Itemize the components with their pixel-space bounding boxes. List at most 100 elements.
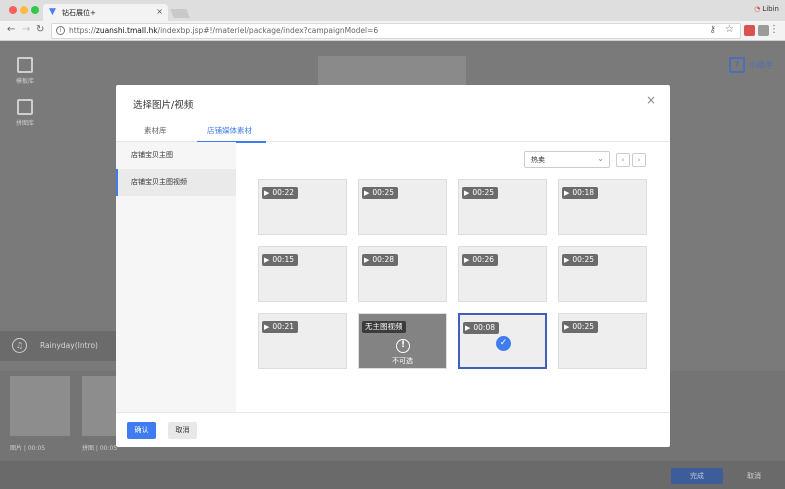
duration-badge: ▶ 00:26 bbox=[462, 254, 499, 266]
confirm-button[interactable]: 确认 bbox=[127, 422, 156, 439]
finish-button[interactable]: 完成 bbox=[671, 468, 723, 484]
duration-text: 00:25 bbox=[572, 322, 595, 331]
duration-text: 00:18 bbox=[572, 188, 595, 197]
profile-name: Libin bbox=[762, 5, 779, 13]
forward-icon[interactable]: → bbox=[22, 24, 30, 36]
duration-badge: ▶ 00:25 bbox=[362, 187, 399, 199]
dialog-tabs: 素材库 店铺媒体素材 bbox=[116, 115, 670, 143]
page-cancel-button[interactable]: 取消 bbox=[730, 468, 778, 484]
nav-item-main-images[interactable]: 店铺宝贝主图 bbox=[116, 142, 236, 169]
warning-icon: ! bbox=[396, 339, 410, 353]
profile-chip[interactable]: ◔ Libin bbox=[754, 5, 779, 13]
play-icon: ▶ bbox=[364, 256, 370, 264]
timeline-thumb[interactable] bbox=[10, 376, 70, 436]
duration-badge: ▶ 00:25 bbox=[562, 321, 599, 333]
unavailable-label: 不可选 bbox=[392, 357, 413, 365]
helper-button[interactable]: ? 小助手 bbox=[729, 57, 773, 73]
media-card[interactable]: ▶ 00:15 bbox=[258, 246, 347, 302]
play-icon: ▶ bbox=[364, 189, 370, 197]
duration-badge: ▶ 00:15 bbox=[262, 254, 299, 266]
checkmark-icon: ✓ bbox=[496, 336, 511, 351]
chevron-down-icon: ⌄ bbox=[597, 154, 604, 163]
sort-select[interactable]: 热卖 ⌄ bbox=[524, 151, 610, 168]
timeline-caption: 图片 | 00:05 bbox=[10, 445, 46, 452]
page-footer: 完成 取消 bbox=[0, 461, 785, 489]
no-video-tag: 无主图视频 bbox=[362, 321, 406, 333]
media-card[interactable]: ▶ 00:25 bbox=[558, 246, 647, 302]
duration-text: 00:25 bbox=[472, 188, 495, 197]
preview-image bbox=[318, 56, 466, 86]
play-icon: ▶ bbox=[564, 323, 570, 331]
music-note-icon: ♫ bbox=[12, 338, 27, 353]
key-icon[interactable]: ⚷ bbox=[709, 25, 716, 35]
media-card[interactable]: ▶ 00:25 bbox=[458, 179, 547, 235]
browser-tab[interactable]: ▼ 钻石展位+ × bbox=[43, 4, 168, 21]
close-icon[interactable]: × bbox=[646, 93, 656, 107]
play-icon: ▶ bbox=[264, 323, 270, 331]
timeline-caption: 拼图 | 00:05 bbox=[82, 445, 118, 452]
play-icon: ▶ bbox=[564, 189, 570, 197]
media-category-nav: 店铺宝贝主图 店铺宝贝主图视频 bbox=[116, 142, 236, 412]
tab-close-icon[interactable]: × bbox=[156, 7, 163, 16]
duration-text: 00:21 bbox=[272, 322, 295, 331]
sidebar-item-template[interactable]: 模板库 bbox=[10, 57, 40, 85]
browser-menu-icon[interactable]: ⋮ bbox=[769, 24, 779, 36]
media-card[interactable]: ▶ 00:08 ✓ bbox=[458, 313, 547, 369]
media-card[interactable]: ▶ 00:26 bbox=[458, 246, 547, 302]
new-tab-button[interactable] bbox=[170, 9, 190, 18]
window-minimize-button[interactable] bbox=[20, 6, 28, 14]
window-close-button[interactable] bbox=[9, 6, 17, 14]
user-icon: ◔ bbox=[754, 5, 761, 13]
duration-badge: ▶ 00:28 bbox=[362, 254, 399, 266]
media-grid: ▶ 00:22 ▶ 00:25 ▶ 00:25 ▶ 00:18 ▶ 00:15 ▶ 00:28 ▶ 00:… bbox=[258, 179, 650, 371]
media-card[interactable]: ▶ 00:25 bbox=[558, 313, 647, 369]
dialog-title: 选择图片/视频 bbox=[133, 100, 194, 111]
sidebar-item-collage[interactable]: 拼图库 bbox=[10, 99, 40, 127]
duration-text: 00:22 bbox=[272, 188, 295, 197]
duration-text: 00:25 bbox=[572, 255, 595, 264]
url-text[interactable]: https://zuanshi.tmall.hk/indexbp.jsp#!/m… bbox=[69, 26, 378, 35]
address-bar[interactable]: i https://zuanshi.tmall.hk/indexbp.jsp#!… bbox=[51, 23, 741, 39]
extension-red-icon[interactable] bbox=[744, 25, 755, 36]
media-card[interactable]: ▶ 00:22 bbox=[258, 179, 347, 235]
video-template-icon bbox=[17, 57, 33, 73]
duration-badge: ▶ 00:18 bbox=[562, 187, 599, 199]
media-card[interactable]: ▶ 00:28 bbox=[358, 246, 447, 302]
duration-badge: ▶ 00:25 bbox=[562, 254, 599, 266]
music-track[interactable]: ♫ Rainyday(Intro) bbox=[0, 331, 117, 361]
tab-material-library[interactable]: 素材库 bbox=[144, 125, 167, 136]
browser-toolbar: ← → ↻ i https://zuanshi.tmall.hk/indexbp… bbox=[0, 21, 785, 41]
dialog-footer: 确认 取消 bbox=[116, 412, 670, 447]
helper-icon: ? bbox=[729, 57, 745, 73]
duration-text: 00:25 bbox=[372, 188, 395, 197]
tab-shop-media[interactable]: 店铺媒体素材 bbox=[207, 125, 252, 136]
extension-gray-icon[interactable] bbox=[758, 25, 769, 36]
prev-page-button[interactable]: ‹ bbox=[616, 153, 630, 167]
media-card[interactable]: ▶ 00:18 bbox=[558, 179, 647, 235]
cancel-button[interactable]: 取消 bbox=[168, 422, 197, 439]
play-icon: ▶ bbox=[264, 189, 270, 197]
play-icon: ▶ bbox=[464, 189, 470, 197]
info-icon[interactable]: i bbox=[56, 26, 65, 35]
next-page-button[interactable]: › bbox=[632, 153, 646, 167]
media-card[interactable]: ▶ 00:21 bbox=[258, 313, 347, 369]
duration-badge: ▶ 00:25 bbox=[462, 187, 499, 199]
play-icon: ▶ bbox=[465, 324, 471, 332]
bookmark-star-icon[interactable]: ☆ bbox=[725, 24, 734, 35]
back-icon[interactable]: ← bbox=[7, 24, 15, 36]
duration-text: 00:28 bbox=[372, 255, 395, 264]
music-name: Rainyday(Intro) bbox=[40, 341, 98, 350]
diamond-icon: ▼ bbox=[49, 7, 56, 17]
duration-text: 00:15 bbox=[272, 255, 295, 264]
reload-icon[interactable]: ↻ bbox=[36, 24, 44, 36]
nav-item-main-videos[interactable]: 店铺宝贝主图视频 bbox=[116, 169, 236, 196]
duration-badge: ▶ 00:08 bbox=[463, 322, 500, 334]
duration-text: 00:08 bbox=[473, 323, 496, 332]
tab-title: 钻石展位+ bbox=[62, 9, 96, 17]
media-card-disabled: 无主图视频! 不可选 bbox=[358, 313, 447, 369]
select-media-dialog: 选择图片/视频 × 素材库 店铺媒体素材 店铺宝贝主图 店铺宝贝主图视频 热卖 … bbox=[116, 85, 670, 447]
duration-badge: ▶ 00:22 bbox=[262, 187, 299, 199]
play-icon: ▶ bbox=[264, 256, 270, 264]
media-card[interactable]: ▶ 00:25 bbox=[358, 179, 447, 235]
window-maximize-button[interactable] bbox=[31, 6, 39, 14]
